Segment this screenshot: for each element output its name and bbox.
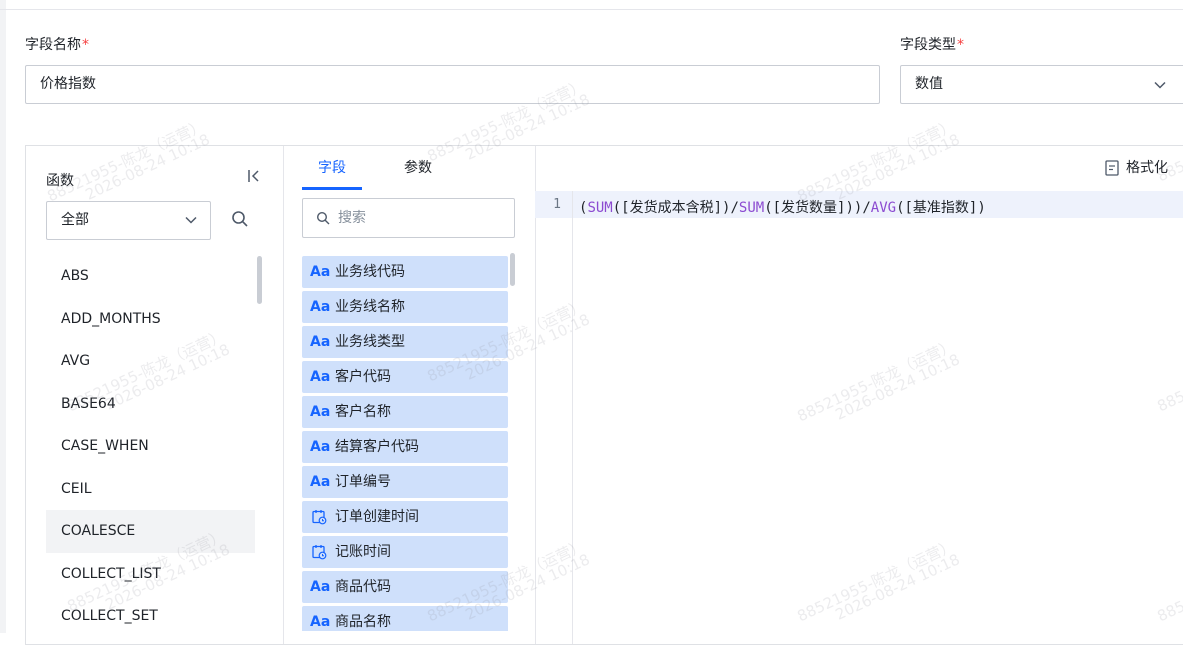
field-panel: 字段 参数 搜索 Aa 业务线代码 Aa 业务线名称 Aa 业务线类型 Aa 客户代码 Aa 客户… — [283, 146, 536, 644]
document-icon — [1105, 160, 1119, 176]
line-number-gutter: 1 — [535, 191, 573, 644]
text-type-icon: Aa — [310, 579, 331, 595]
field-item[interactable]: Aa 客户名称 — [302, 396, 508, 428]
field-item[interactable]: Aa 业务线名称 — [302, 291, 508, 323]
function-list: ABS ADD_MONTHS AVG BASE64 CASE_WHEN CEIL… — [46, 255, 255, 638]
header-divider — [0, 9, 1183, 10]
tab-fields[interactable]: 字段 — [302, 146, 362, 191]
search-icon — [316, 211, 330, 225]
line-number: 1 — [553, 197, 561, 212]
function-item[interactable]: ADD_MONTHS — [46, 298, 255, 341]
field-type-select[interactable]: 数值 — [900, 65, 1183, 104]
formula-code[interactable]: (SUM([发货成本含税])/SUM([发货数量]))/AVG([基准指数]) — [579, 197, 986, 217]
field-search-placeholder: 搜索 — [338, 210, 366, 226]
field-name-input[interactable]: 价格指数 — [25, 65, 880, 104]
field-item[interactable]: Aa 订单编号 — [302, 466, 508, 498]
function-item[interactable]: COLLECT_LIST — [46, 553, 255, 596]
code-panel: 格式化 1 (SUM([发货成本含税])/SUM([发货数量]))/AVG([基… — [535, 146, 1183, 644]
formula-editor: 函数 全部 ABS ADD_MONTHS AVG BASE64 CASE_WHE… — [25, 145, 1183, 645]
text-type-icon: Aa — [310, 474, 331, 490]
field-item[interactable]: 订单创建时间 — [302, 501, 508, 533]
field-list: Aa 业务线代码 Aa 业务线名称 Aa 业务线类型 Aa 客户代码 Aa 客户名称 Aa 结算客户代… — [302, 256, 508, 631]
text-type-icon: Aa — [310, 334, 331, 350]
function-item[interactable]: CASE_WHEN — [46, 425, 255, 468]
text-type-icon: Aa — [310, 299, 331, 315]
function-panel-title: 函数 — [46, 173, 74, 189]
field-item-label: 业务线代码 — [335, 264, 405, 280]
code-token: ([发货成本含税])/ — [612, 200, 739, 216]
field-item-label: 商品代码 — [335, 579, 391, 595]
field-type-value: 数值 — [915, 76, 943, 92]
format-button-label: 格式化 — [1126, 160, 1168, 176]
text-type-icon: Aa — [310, 264, 331, 280]
field-type-label: 字段类型* — [900, 37, 964, 53]
text-type-icon: Aa — [310, 369, 331, 385]
field-item[interactable]: Aa 客户代码 — [302, 361, 508, 393]
field-item-label: 客户代码 — [335, 369, 391, 385]
field-item[interactable]: Aa 商品代码 — [302, 571, 508, 603]
field-name-value: 价格指数 — [40, 76, 96, 92]
field-item-label: 订单创建时间 — [335, 509, 419, 525]
field-item[interactable]: Aa 结算客户代码 — [302, 431, 508, 463]
chevron-down-icon — [1154, 81, 1166, 89]
code-function-token: SUM — [738, 200, 765, 216]
field-list-scrollbar[interactable] — [510, 253, 515, 286]
code-function-token: SUM — [587, 200, 613, 216]
field-item[interactable]: Aa 业务线类型 — [302, 326, 508, 358]
function-item[interactable]: BASE64 — [46, 383, 255, 426]
text-type-icon: Aa — [310, 404, 331, 420]
field-item[interactable]: Aa 商品名称 — [302, 606, 508, 631]
code-function-token: AVG — [870, 200, 897, 216]
code-token: ([基准指数]) — [896, 200, 986, 216]
field-item[interactable]: 记账时间 — [302, 536, 508, 568]
field-search-input[interactable]: 搜索 — [302, 198, 515, 238]
text-type-icon: Aa — [310, 614, 331, 630]
chevron-down-icon — [185, 216, 197, 224]
field-item-label: 结算客户代码 — [335, 439, 419, 455]
function-item[interactable]: CEIL — [46, 468, 255, 511]
field-item-label: 商品名称 — [335, 614, 391, 630]
code-token: ([发货数量]))/ — [764, 200, 871, 216]
function-category-select[interactable]: 全部 — [46, 201, 211, 240]
search-icon[interactable] — [231, 210, 249, 228]
function-list-scrollbar[interactable] — [257, 256, 262, 304]
required-mark: * — [957, 37, 964, 53]
field-item-label: 业务线类型 — [335, 334, 405, 350]
active-tab-indicator — [302, 187, 362, 190]
field-name-label: 字段名称* — [25, 37, 89, 53]
field-item-label: 记账时间 — [335, 544, 391, 560]
function-item[interactable]: AVG — [46, 340, 255, 383]
field-item-label: 客户名称 — [335, 404, 391, 420]
tab-params[interactable]: 参数 — [388, 146, 448, 191]
background-page-edge — [0, 0, 6, 633]
function-item[interactable]: COLLECT_SET — [46, 595, 255, 638]
required-mark: * — [82, 37, 89, 53]
format-button[interactable]: 格式化 — [1105, 158, 1168, 178]
function-item[interactable]: ABS — [46, 255, 255, 298]
field-item[interactable]: Aa 业务线代码 — [302, 256, 508, 288]
field-item-label: 订单编号 — [335, 474, 391, 490]
field-item-label: 业务线名称 — [335, 299, 405, 315]
function-panel: 函数 全部 ABS ADD_MONTHS AVG BASE64 CASE_WHE… — [26, 146, 284, 644]
collapse-panel-icon[interactable] — [246, 168, 262, 184]
text-type-icon: Aa — [310, 439, 331, 455]
function-category-value: 全部 — [61, 212, 89, 228]
function-item-hovered[interactable]: COALESCE — [46, 510, 255, 553]
